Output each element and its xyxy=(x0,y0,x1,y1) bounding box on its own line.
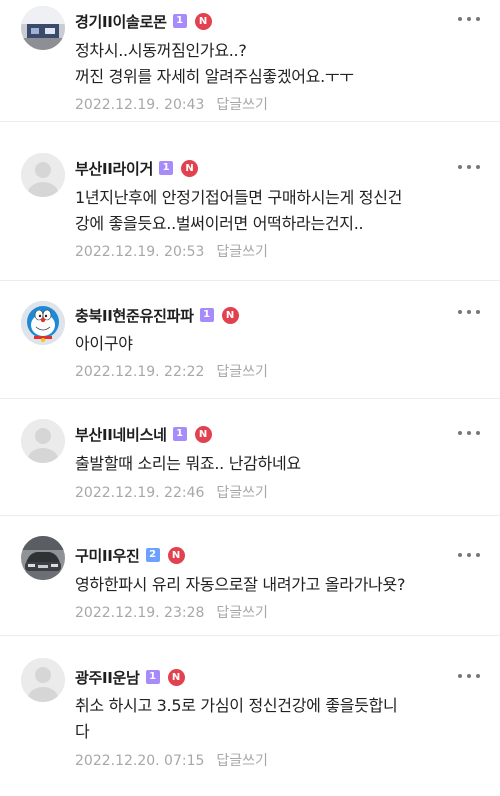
comment-text: 정차시..시동꺼짐인가요..? 꺼진 경위를 자세히 알려주심좋겠어요.ㅜㅜ xyxy=(75,41,354,86)
new-badge: N xyxy=(221,306,239,324)
member-level-badge: 1 xyxy=(159,161,174,175)
comment-item: 부산II네비스네 1 N 출발할때 소리는 뭐죠.. 난감하네요 2022.12… xyxy=(0,399,500,516)
reply-button[interactable]: 답글쓰기 xyxy=(216,753,268,769)
avatar[interactable] xyxy=(21,153,65,197)
new-badge: N xyxy=(167,668,185,686)
more-options-icon[interactable] xyxy=(458,667,480,685)
new-badge: N xyxy=(194,12,212,30)
comment-date: 2022.12.19. 20:43 xyxy=(75,97,205,113)
comment-date: 2022.12.19. 23:28 xyxy=(75,605,205,621)
comment-date: 2022.12.19. 22:46 xyxy=(75,485,205,501)
comment-text: 아이구야 xyxy=(75,334,133,353)
avatar[interactable] xyxy=(21,536,65,580)
nickname[interactable]: 충북II현준유진파파 xyxy=(75,305,194,326)
comment-text: 영하한파시 유리 자동으로잘 내려가고 올라가나욧? xyxy=(75,575,406,594)
reply-button[interactable]: 답글쓰기 xyxy=(216,485,268,501)
member-level-badge: 1 xyxy=(145,670,160,684)
nickname[interactable]: 부산II네비스네 xyxy=(75,424,167,445)
comment-date: 2022.12.20. 07:15 xyxy=(75,753,205,769)
comment-item: 충북II현준유진파파 1 N 아이구야 2022.12.19. 22:22 답글쓰… xyxy=(0,281,500,399)
new-badge: N xyxy=(194,425,212,443)
nickname-row: 부산II네비스네 1 N xyxy=(75,423,212,445)
reply-button[interactable]: 답글쓰기 xyxy=(216,364,268,380)
reply-button[interactable]: 답글쓰기 xyxy=(216,244,268,260)
nickname-row: 경기II이솔로몬 1 N xyxy=(75,10,212,32)
avatar[interactable] xyxy=(21,419,65,463)
new-badge: N xyxy=(167,546,185,564)
nickname[interactable]: 구미II우진 xyxy=(75,545,140,566)
nickname[interactable]: 경기II이솔로몬 xyxy=(75,11,167,32)
avatar[interactable] xyxy=(21,301,65,345)
more-options-icon[interactable] xyxy=(458,424,480,442)
comment-item: 광주II운남 1 N 취소 하시고 3.5로 가심이 정신건강에 좋을듯합니 다… xyxy=(0,636,500,796)
comment-text: 1년지난후에 안정기접어들면 구매하시는게 정신건 강에 좋을듯요..벌써이러면… xyxy=(75,188,403,233)
member-level-badge: 1 xyxy=(199,308,214,322)
nickname-row: 광주II운남 1 N xyxy=(75,666,185,688)
reply-button[interactable]: 답글쓰기 xyxy=(216,605,268,621)
comment-item: 부산II라이거 1 N 1년지난후에 안정기접어들면 구매하시는게 정신건 강에… xyxy=(0,133,500,281)
comment-text: 취소 하시고 3.5로 가심이 정신건강에 좋을듯합니 다 xyxy=(75,696,398,741)
member-level-badge: 1 xyxy=(172,14,187,28)
comment-meta: 2022.12.19. 20:53 답글쓰기 xyxy=(75,241,268,261)
avatar[interactable] xyxy=(21,658,65,702)
nickname-row: 부산II라이거 1 N xyxy=(75,157,199,179)
nickname-row: 구미II우진 2 N xyxy=(75,544,185,566)
comment-meta: 2022.12.19. 23:28 답글쓰기 xyxy=(75,602,268,622)
comment-meta: 2022.12.19. 22:46 답글쓰기 xyxy=(75,482,268,502)
comment-item: 구미II우진 2 N 영하한파시 유리 자동으로잘 내려가고 올라가나욧? 20… xyxy=(0,516,500,636)
comment-date: 2022.12.19. 20:53 xyxy=(75,244,205,260)
more-options-icon[interactable] xyxy=(458,303,480,321)
more-options-icon[interactable] xyxy=(458,158,480,176)
comment-text: 출발할때 소리는 뭐죠.. 난감하네요 xyxy=(75,454,301,473)
nickname[interactable]: 광주II운남 xyxy=(75,667,140,688)
comment-date: 2022.12.19. 22:22 xyxy=(75,364,205,380)
more-options-icon[interactable] xyxy=(458,10,480,28)
avatar[interactable] xyxy=(21,6,65,50)
member-level-badge: 1 xyxy=(172,427,187,441)
comment-meta: 2022.12.20. 07:15 답글쓰기 xyxy=(75,750,268,770)
nickname-row: 충북II현준유진파파 1 N xyxy=(75,304,239,326)
comment-meta: 2022.12.19. 20:43 답글쓰기 xyxy=(75,94,268,114)
reply-button[interactable]: 답글쓰기 xyxy=(216,97,268,113)
nickname[interactable]: 부산II라이거 xyxy=(75,158,153,179)
comment-item: 경기II이솔로몬 1 N 정차시..시동꺼짐인가요..? 꺼진 경위를 자세히 … xyxy=(0,0,500,122)
comment-meta: 2022.12.19. 22:22 답글쓰기 xyxy=(75,361,268,381)
member-level-badge: 2 xyxy=(145,548,160,562)
new-badge: N xyxy=(181,159,199,177)
more-options-icon[interactable] xyxy=(458,546,480,564)
